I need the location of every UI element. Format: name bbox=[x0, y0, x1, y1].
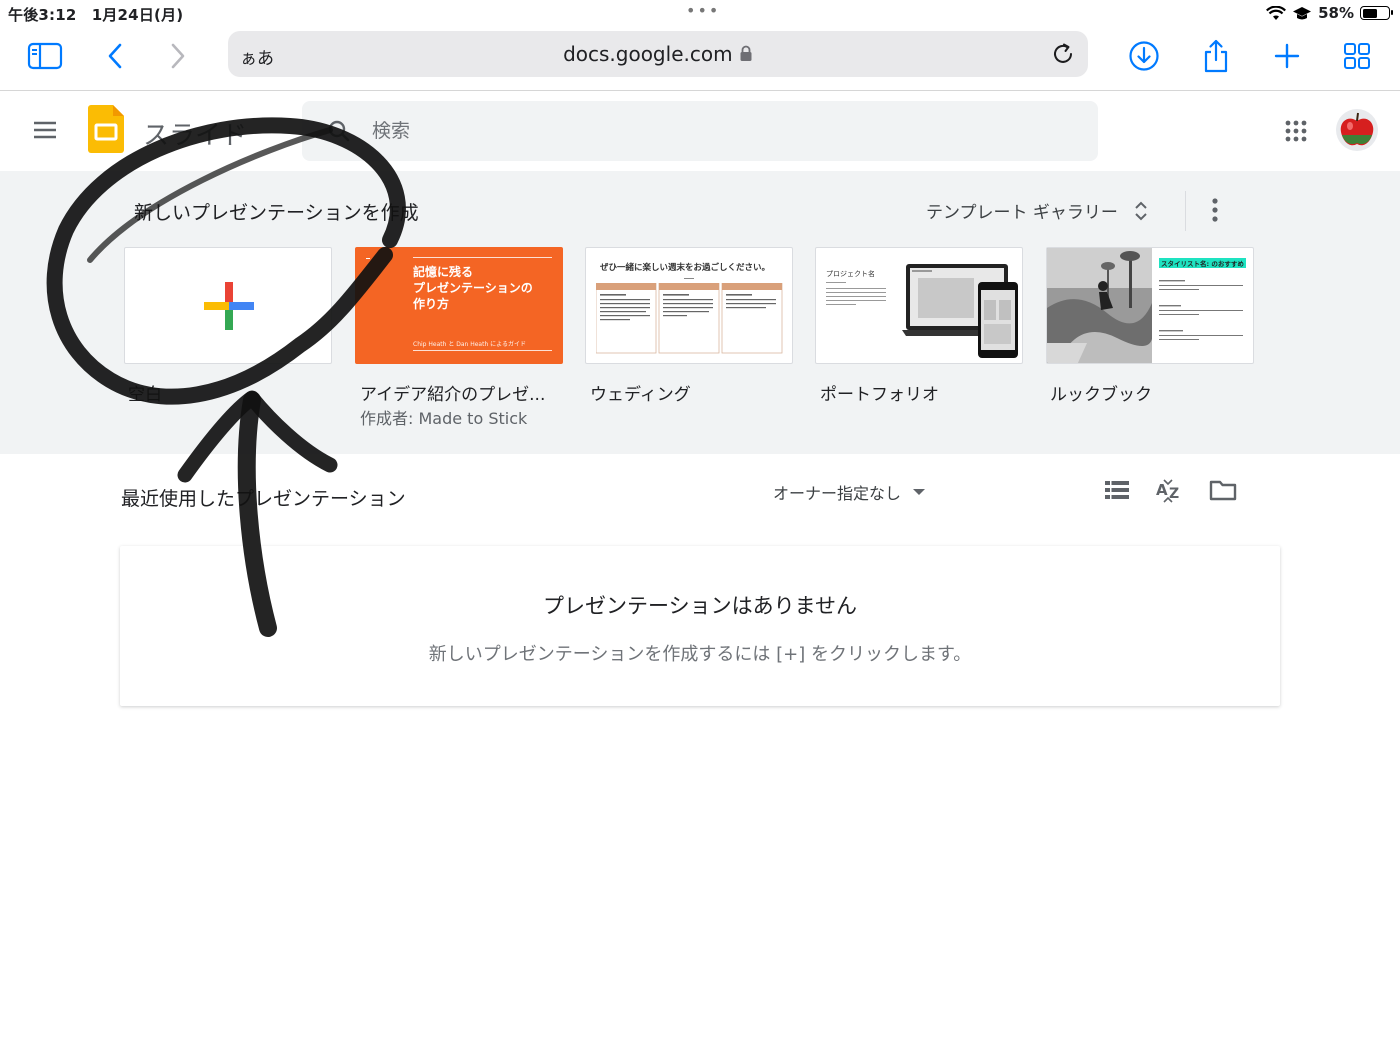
svg-text:A: A bbox=[1156, 481, 1168, 499]
new-tab-icon[interactable] bbox=[1267, 36, 1307, 76]
recent-section-title: 最近使用したプレゼンテーション bbox=[121, 488, 406, 510]
back-icon[interactable] bbox=[95, 36, 135, 76]
template-card-blank[interactable] bbox=[124, 247, 332, 364]
list-view-icon[interactable] bbox=[1104, 478, 1130, 502]
empty-state-hint: 新しいプレゼンテーションを作成するには [+] をクリックします。 bbox=[428, 644, 972, 665]
template-card-wedding[interactable]: ぜひ一緒に楽しい週末をお過ごしください。 bbox=[585, 247, 793, 364]
template-label[interactable]: ウェディング bbox=[590, 380, 691, 405]
empty-state-card: プレゼンテーションはありません 新しいプレゼンテーションを作成するには [+] … bbox=[120, 546, 1280, 706]
forward-icon[interactable] bbox=[158, 36, 198, 76]
template-label[interactable]: アイデア紹介のプレゼ... bbox=[360, 380, 545, 405]
url-text: docs.google.com bbox=[563, 42, 733, 66]
download-icon[interactable] bbox=[1124, 36, 1164, 76]
url-display[interactable]: docs.google.com bbox=[228, 42, 1088, 66]
gallery-separator bbox=[1185, 191, 1186, 231]
template-card-lookbook[interactable]: スタイリスト名: のおすすめ bbox=[1046, 247, 1254, 364]
owner-filter-dropdown[interactable]: オーナー指定なし bbox=[773, 480, 926, 504]
section-title: 新しいプレゼンテーションを作成 bbox=[134, 202, 419, 224]
search-box[interactable] bbox=[302, 101, 1098, 161]
thumb-rule bbox=[684, 278, 694, 279]
share-icon[interactable] bbox=[1196, 36, 1236, 76]
thumb-rule bbox=[413, 350, 552, 351]
thumb-title: 記憶に残る プレゼンテーションの 作り方 bbox=[413, 265, 533, 311]
thumb-title: スタイリスト名: のおすすめ bbox=[1159, 258, 1246, 268]
battery-icon bbox=[1360, 6, 1393, 20]
thumb-footer: Chip Heath と Dan Heath によるガイド bbox=[413, 341, 526, 348]
wifi-icon bbox=[1266, 5, 1287, 20]
multitasking-dots-icon[interactable]: ••• bbox=[686, 1, 720, 20]
reload-icon[interactable] bbox=[1050, 41, 1076, 67]
app-name[interactable]: スライド bbox=[143, 115, 247, 152]
status-bar: 午後3:12 1月24日(月) ••• 58% bbox=[0, 0, 1400, 28]
status-right: 58% bbox=[1266, 4, 1393, 22]
template-label[interactable]: ポートフォリオ bbox=[820, 380, 939, 405]
device-mockup-icon bbox=[902, 264, 1018, 358]
thumb-columns bbox=[596, 283, 783, 354]
folder-icon[interactable] bbox=[1209, 478, 1237, 502]
search-icon[interactable] bbox=[328, 120, 350, 142]
app-header: スライド bbox=[0, 91, 1400, 171]
thumb-dash bbox=[366, 258, 370, 259]
status-time: 午後3:12 1月24日(月) bbox=[8, 6, 184, 24]
thumb-rule bbox=[413, 257, 552, 258]
search-input[interactable] bbox=[372, 101, 1072, 161]
slides-logo-icon[interactable] bbox=[88, 105, 124, 153]
tabs-icon[interactable] bbox=[1337, 36, 1377, 76]
thumb-text-lines bbox=[1159, 280, 1243, 340]
template-label[interactable]: ルックブック bbox=[1050, 380, 1152, 405]
lock-icon bbox=[740, 45, 752, 61]
owner-filter-label: オーナー指定なし bbox=[773, 484, 902, 503]
google-apps-icon[interactable] bbox=[1285, 120, 1307, 142]
battery-percent: 58% bbox=[1318, 4, 1354, 22]
sort-az-icon[interactable]: A Z bbox=[1155, 478, 1183, 504]
address-bar[interactable]: ぁあ docs.google.com bbox=[228, 31, 1088, 77]
dropdown-arrow-icon bbox=[913, 489, 926, 495]
template-author: 作成者: Made to Stick bbox=[360, 409, 528, 428]
thumb-photo bbox=[1047, 248, 1152, 363]
template-section: 新しいプレゼンテーションを作成 テンプレート ギャラリー 空白 記憶に残る プレ… bbox=[0, 171, 1400, 454]
thumb-title: ぜひ一緒に楽しい週末をお過ごしください。 bbox=[600, 263, 771, 273]
sidebar-icon[interactable] bbox=[25, 36, 65, 76]
template-card-made-to-stick[interactable]: 記憶に残る プレゼンテーションの 作り方 Chip Heath と Dan He… bbox=[355, 247, 563, 364]
thumb-title: プロジェクト名 bbox=[826, 270, 875, 278]
plus-icon bbox=[204, 282, 254, 330]
battery-level-fill bbox=[1362, 8, 1377, 18]
template-gallery-label: テンプレート ギャラリー bbox=[926, 203, 1118, 223]
template-label[interactable]: 空白 bbox=[128, 380, 162, 405]
more-options-icon[interactable] bbox=[1205, 197, 1225, 223]
browser-toolbar: ぁあ docs.google.com bbox=[0, 28, 1400, 90]
empty-state-title: プレゼンテーションはありません bbox=[543, 594, 857, 618]
school-icon bbox=[1293, 6, 1312, 19]
main-menu-icon[interactable] bbox=[32, 120, 58, 140]
template-card-portfolio[interactable]: プロジェクト名 bbox=[815, 247, 1023, 364]
template-gallery-button[interactable]: テンプレート ギャラリー bbox=[926, 198, 1148, 223]
account-avatar[interactable] bbox=[1336, 109, 1378, 151]
unfold-icon bbox=[1135, 201, 1147, 220]
thumb-text-lines bbox=[826, 282, 886, 305]
